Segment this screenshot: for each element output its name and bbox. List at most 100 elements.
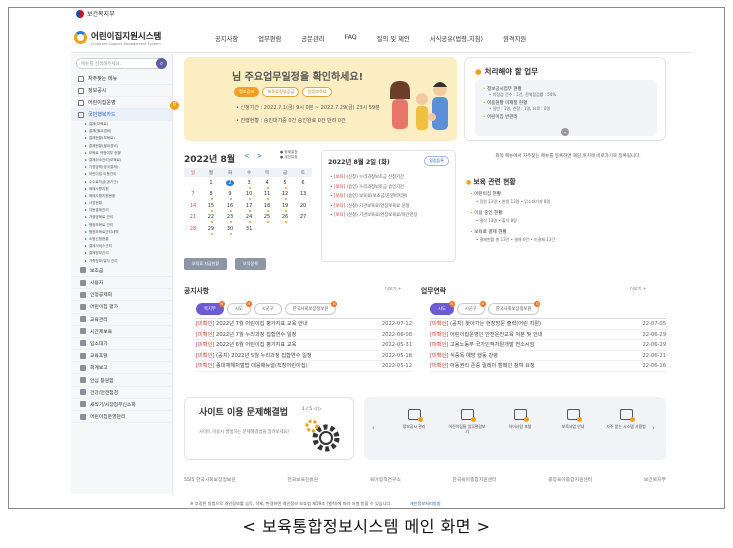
board-row[interactable]: [미확인] 종대재해처벌법 대응매뉴얼(직장어린이집) 2022-05-12 [196, 361, 412, 372]
sidebar-subitem[interactable]: 결제(보육료) [71, 121, 172, 128]
calendar-day[interactable]: 27 [294, 212, 312, 224]
prev-month-icon[interactable]: < [244, 152, 250, 160]
calendar-day[interactable]: 10 [240, 189, 258, 201]
calendar-day[interactable]: 21 [184, 212, 202, 224]
sidebar-subitem[interactable]: 결제현황(필요경비) [71, 143, 172, 150]
calendar-day[interactable]: 18 [258, 200, 276, 212]
board-tab[interactable]: 시군구 N [456, 301, 486, 315]
menu-search-input[interactable]: 메뉴를 검색해주세요. ⌕ [76, 58, 167, 69]
add-schedule-button[interactable]: 일정등록 [424, 156, 449, 166]
calendar-day[interactable]: 30 [220, 223, 240, 235]
gnb-item[interactable]: 질의 및 제안 [367, 34, 420, 43]
schedule-item[interactable]: • [보육] (신청) 기관보육료/연장보육료 신청 [330, 202, 450, 212]
banner-tag[interactable]: 보육료정보공금 [262, 87, 300, 97]
sidebar-item[interactable]: 자주찾는 메뉴 [71, 73, 172, 85]
partner-logo[interactable]: 보건복지부 [644, 476, 666, 483]
board-tab[interactable]: 복지부 N [196, 301, 225, 315]
chevron-down-icon[interactable]: ⌄ [561, 128, 569, 136]
sidebar-subitem[interactable]: 자동결제관리 [71, 207, 172, 214]
partner-logo[interactable]: 중앙육아종합지원센터 [548, 476, 592, 483]
sidebar-item[interactable]: 어린이집 평가 [71, 301, 172, 314]
sidebar-subitem[interactable]: 수수료지급(공기관) [71, 179, 172, 186]
calendar-day[interactable]: 8 [202, 189, 220, 201]
sidebar-subitem[interactable]: 결제(필요경비) [71, 128, 172, 135]
sidebar-item[interactable]: 정보공시 [71, 85, 172, 97]
privacy-policy-link[interactable]: 개인정보처리방침 [410, 501, 441, 506]
board-tab[interactable]: 시도 N [430, 301, 455, 315]
calendar-day[interactable]: 14 [184, 200, 202, 212]
sidebar-item[interactable]: 입소대기 [71, 338, 172, 351]
sidebar-item[interactable]: 건강/안전점검 [71, 387, 172, 399]
calendar-day[interactable]: 28 [184, 223, 202, 235]
chevron-left-icon[interactable]: ‹ [372, 424, 375, 432]
board-row[interactable]: [미확인] 고용노동부 국가인적자원개발 컨소시엄 22-06-29 [430, 340, 666, 351]
sidebar-subitem[interactable]: 결제정보관리 [71, 250, 172, 257]
calendar-day[interactable]: 23 [220, 212, 240, 224]
partner-logo[interactable]: SSiS 한국사회보장정보원 [184, 476, 236, 483]
sidebar-item[interactable]: 안심 등원함 [71, 374, 172, 387]
calendar-day[interactable]: 17 [240, 200, 258, 212]
sidebar-subitem[interactable]: 가정양육료 관리 [71, 214, 172, 221]
sidebar-subitem[interactable]: 결제서비스관리 [71, 243, 172, 250]
sidebar-subitem[interactable]: 어린이집 이용관리 [71, 171, 172, 178]
banner-tag[interactable]: 인정보육료 [302, 87, 332, 97]
sidebar-item[interactable]: 어린이집운영 [71, 97, 172, 109]
calendar-day[interactable]: 3 [240, 177, 258, 189]
sidebar-subitem[interactable]: 매매사항지원현황 [71, 193, 172, 200]
site-logo[interactable]: 어린이집지원시스템 Childcare Support Management S… [74, 30, 161, 46]
next-month-icon[interactable]: > [257, 152, 263, 160]
todo-item-label[interactable]: 어린이집 반관리 [483, 114, 649, 120]
menu-search-icon[interactable]: ⌕ [156, 58, 167, 69]
calendar-day[interactable]: 11 [258, 189, 276, 201]
board-row[interactable]: [미확인] (공지) 2022년 5월 누리과정 집합연수 일정 2022-05-… [196, 351, 412, 362]
board-row[interactable]: [미확인] 아동권리 존중 릴레이 캠페인 참여 요청 22-06-16 [430, 361, 666, 372]
calendar-day[interactable]: 1 [202, 177, 220, 189]
sidebar-subitem[interactable]: 보육료 적정여부 현황 [71, 150, 172, 157]
quick-link[interactable]: 보육사업 안내 [553, 409, 593, 429]
work-more-link[interactable]: 더보기 + [630, 286, 646, 292]
gnb-item[interactable]: 서식공유(법령,지침) [420, 34, 493, 43]
partner-logo[interactable]: 육아정책연구소 [370, 476, 401, 483]
gnb-item[interactable]: 업무편람 [248, 34, 291, 43]
board-row[interactable]: [미확인] 어린이집운영인 안전운전교육 처분 및 안내 22-06-29 [430, 330, 666, 341]
calendar-day[interactable]: 25 [258, 212, 276, 224]
board-row[interactable]: [미확인] 식중독 예방 행동 강령 22-06-21 [430, 351, 666, 362]
schedule-item[interactable]: • [보육] (신청) 기관보육료/연장보육료/야간연장 [330, 211, 450, 221]
calendar-day[interactable]: 29 [202, 223, 220, 235]
quick-link[interactable]: 정보공시 관리 [394, 409, 434, 429]
board-row[interactable]: [미확인] 2022년 6월 어린이집 평가지표 교육 2022-05-31 [196, 340, 412, 351]
calendar-day[interactable]: 22 [202, 212, 220, 224]
schedule-item[interactable]: • [보육] (승인) 누리과정보조금 승인기간 [330, 183, 450, 193]
sidebar-subitem[interactable]: 가족정보/일자 관리 [71, 258, 172, 265]
notices-more-link[interactable]: 더보기 + [385, 286, 401, 292]
board-tab[interactable]: 시도 N [226, 301, 252, 315]
sidebar-subitem[interactable]: 사업현황 [71, 200, 172, 207]
faq-pager[interactable]: 1 / 5 ◁ ▷ [302, 407, 322, 412]
banner-tag[interactable]: 정보감시 [234, 87, 260, 97]
quick-link[interactable]: 아이사랑 포털 [500, 409, 540, 429]
sidebar-item[interactable]: 교육포털 [71, 350, 172, 363]
calendar-day[interactable]: 19 [276, 200, 294, 212]
board-tab[interactable]: 한국사회보장정보원 N [487, 301, 541, 315]
partner-logo[interactable]: 한국보육진흥원 [287, 476, 318, 483]
sidebar-subitem[interactable]: 가정양육(공국결제) [71, 164, 172, 171]
calendar-day[interactable]: 20 [294, 200, 312, 212]
gnb-item[interactable]: 공지사항 [205, 34, 248, 43]
calendar-day[interactable]: 26 [276, 212, 294, 224]
schedule-item[interactable]: • [보육] (신청) 누리과정보조금 신청기간 [330, 173, 450, 183]
calendar-day[interactable]: 9 [220, 189, 240, 201]
calendar-day[interactable]: 24 [240, 212, 258, 224]
quick-link[interactable]: 어린이집들 업무편람보기 [447, 409, 487, 434]
sidebar-item[interactable]: 어린이집운영관리 [71, 411, 172, 424]
sidebar-subitem[interactable]: 행정보육료 관리 [71, 222, 172, 229]
policy-button[interactable]: 보육정책 [235, 258, 266, 270]
sidebar-subitem[interactable]: 행정보육료관리내역 [71, 229, 172, 236]
gnb-item[interactable]: FAQ [335, 34, 367, 43]
sidebar-item[interactable]: 인정공제회 [71, 289, 172, 302]
board-tab[interactable]: 시군구 [253, 303, 282, 315]
sidebar-item[interactable]: 보조금 [71, 265, 172, 277]
calendar-day[interactable]: 12 [276, 189, 294, 201]
sidebar-item[interactable]: 교육관리 [71, 314, 172, 326]
board-row[interactable]: [미확인] 2022년 7월 누리과정 집합연수 일정 2022-06-08 [196, 330, 412, 341]
calendar-day[interactable]: 6 [294, 177, 312, 189]
